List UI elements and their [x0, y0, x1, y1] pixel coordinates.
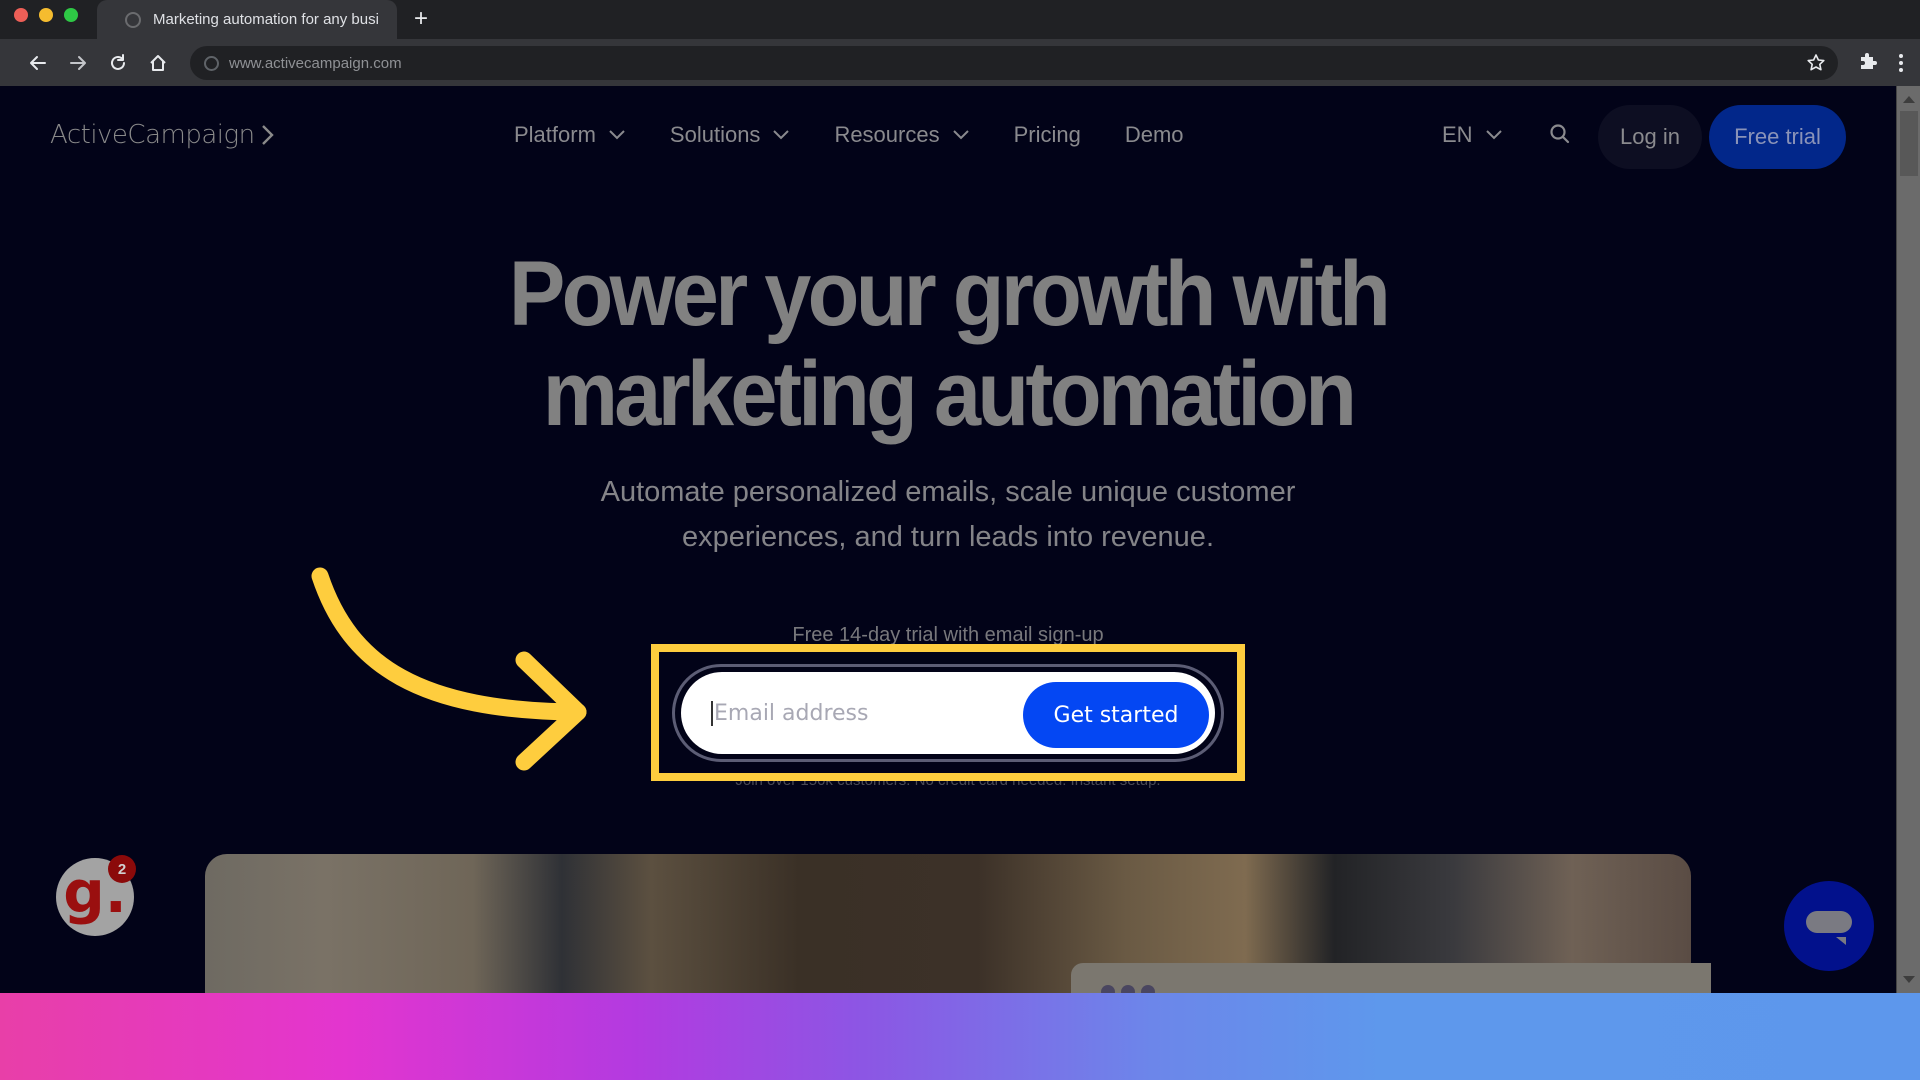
- puzzle-icon: [1861, 53, 1877, 69]
- tab-title: Marketing automation for any busi: [153, 11, 379, 28]
- nav-label: Solutions: [669, 122, 761, 147]
- home-icon: [150, 55, 166, 71]
- hero-title-line-2: marketing automation: [542, 343, 1357, 445]
- globe-icon: [204, 55, 219, 71]
- hero-title: Power your growth with marketing automat…: [76, 244, 1820, 444]
- email-signup-form: Get started: [672, 664, 1224, 762]
- browser-menu-button[interactable]: [1893, 49, 1909, 77]
- web-page: ActiveCampaign Platform Solutions Resour…: [0, 86, 1896, 993]
- chat-button[interactable]: [1784, 881, 1874, 971]
- browser-toolbar: www.activecampaign.com: [0, 39, 1920, 86]
- hero-subtitle-line-2: experiences, and turn leads into revenue…: [681, 521, 1214, 553]
- nav-demo[interactable]: Demo: [1125, 120, 1184, 150]
- logo-text: ActiveCampaign: [50, 120, 255, 150]
- back-button[interactable]: [24, 49, 52, 77]
- hero-title-line-1: Power your growth with: [508, 243, 1391, 345]
- nav-label: Resources: [834, 122, 940, 147]
- extensions-button[interactable]: [1857, 49, 1883, 77]
- nav-solutions[interactable]: Solutions: [670, 120, 791, 150]
- chevron-down-icon: [1485, 130, 1502, 140]
- email-input[interactable]: [711, 700, 1011, 726]
- new-tab-button[interactable]: +: [407, 4, 435, 34]
- highlight-box: Get started: [651, 644, 1245, 781]
- nav-label: Pricing: [1013, 122, 1081, 147]
- hero-subtitle: Automate personalized emails, scale uniq…: [0, 470, 1896, 560]
- reload-button[interactable]: [104, 49, 132, 77]
- search-button[interactable]: [1548, 122, 1572, 146]
- main-nav: Platform Solutions Resources Pricing Dem…: [514, 120, 1228, 150]
- forward-button[interactable]: [64, 49, 92, 77]
- nav-platform[interactable]: Platform: [514, 120, 626, 150]
- nav-label: Demo: [1124, 122, 1184, 147]
- home-button[interactable]: [144, 49, 172, 77]
- chevron-down-icon: [609, 130, 625, 140]
- minimize-window-button[interactable]: [39, 8, 53, 22]
- chat-bubble-icon: [1806, 911, 1852, 945]
- notification-count-badge: 2: [108, 855, 136, 883]
- address-bar[interactable]: www.activecampaign.com: [190, 46, 1838, 80]
- nav-pricing[interactable]: Pricing: [1014, 120, 1081, 150]
- arrow-right-icon: [70, 56, 86, 70]
- page-scrollbar[interactable]: [1896, 86, 1920, 993]
- logo-chevron-icon: [261, 125, 274, 145]
- language-selector[interactable]: EN: [1442, 120, 1503, 150]
- gradient-footer-bar: [0, 993, 1920, 1080]
- arrow-left-icon: [30, 56, 46, 70]
- scroll-down-icon[interactable]: [1903, 976, 1915, 983]
- close-window-button[interactable]: [14, 8, 28, 22]
- star-icon[interactable]: [1806, 53, 1826, 73]
- login-button[interactable]: Log in: [1598, 105, 1702, 169]
- kebab-menu-icon: [1899, 54, 1903, 58]
- scroll-thumb[interactable]: [1900, 111, 1918, 176]
- globe-icon: [125, 11, 141, 28]
- activecampaign-logo[interactable]: ActiveCampaign: [50, 120, 275, 150]
- nav-label: Platform: [514, 122, 596, 147]
- language-label: EN: [1442, 122, 1473, 147]
- chevron-down-icon: [952, 130, 969, 140]
- get-started-button[interactable]: Get started: [1023, 682, 1209, 748]
- url-text[interactable]: www.activecampaign.com: [229, 55, 402, 72]
- nav-resources[interactable]: Resources: [834, 120, 969, 150]
- maximize-window-button[interactable]: [64, 8, 78, 22]
- search-icon: [1550, 124, 1570, 144]
- reload-icon: [111, 54, 125, 70]
- hero-subtitle-line-1: Automate personalized emails, scale uniq…: [600, 476, 1296, 508]
- email-field-container: Get started: [681, 672, 1215, 754]
- free-trial-button[interactable]: Free trial: [1709, 105, 1846, 169]
- browser-tab[interactable]: Marketing automation for any busi: [97, 0, 397, 39]
- scroll-up-icon[interactable]: [1903, 96, 1915, 103]
- chevron-down-icon: [773, 130, 790, 140]
- browser-tab-bar: Marketing automation for any busi +: [0, 0, 1920, 39]
